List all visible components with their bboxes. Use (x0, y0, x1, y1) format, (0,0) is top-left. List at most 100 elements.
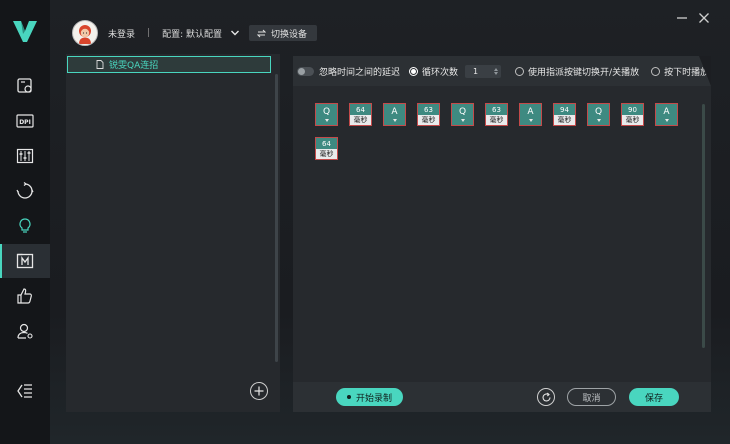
delay-value: 94 (554, 104, 575, 115)
nav-item-macro[interactable] (0, 244, 50, 278)
macro-list-item[interactable]: 锐雯QA连招 (67, 56, 271, 73)
key-down-arrow-icon (528, 119, 533, 122)
loop-count-label: 循环次数 (422, 67, 459, 78)
header-separator: | (147, 28, 151, 38)
toggle-mode-radio[interactable] (515, 66, 525, 76)
toggle-mode-label: 使用指派按键切换开/关播放 (528, 67, 640, 78)
macro-list-item-label: 锐雯QA连招 (109, 61, 159, 71)
key-action-label: A (391, 107, 398, 117)
delay-chip[interactable]: 94 毫秒 (553, 103, 576, 126)
avatar[interactable] (72, 20, 98, 46)
file-icon (96, 60, 104, 69)
toggle-mode-option[interactable]: 使用指派按键切换开/关播放 (515, 65, 639, 78)
key-action-chip[interactable]: A (519, 103, 542, 126)
nav-collapse[interactable] (0, 374, 50, 408)
delay-unit: 毫秒 (350, 115, 371, 125)
sync-icon (16, 182, 34, 199)
loop-count-value: 1 (473, 66, 479, 76)
add-macro-button[interactable] (250, 382, 268, 400)
delay-value: 64 (350, 104, 371, 115)
key-down-arrow-icon (460, 119, 465, 122)
nav-item-user-settings[interactable] (0, 314, 50, 348)
options-bar-corner (699, 56, 711, 86)
close-icon[interactable] (698, 12, 710, 24)
loop-count-radio[interactable] (409, 66, 419, 76)
equalizer-icon (16, 148, 34, 164)
nav-item-recommend[interactable] (0, 279, 50, 313)
save-button[interactable]: 保存 (629, 388, 679, 406)
config-selector-label[interactable]: 配置: 默认配置 (162, 27, 222, 40)
record-dot-icon (346, 395, 351, 399)
key-action-label: A (663, 107, 670, 117)
key-action-label: Q (322, 107, 331, 117)
macro-icon (16, 253, 34, 269)
delay-chip[interactable]: 63 毫秒 (485, 103, 508, 126)
switch-device-label: 切换设备 (270, 29, 307, 40)
switch-device-button[interactable]: 切换设备 (248, 25, 317, 41)
reset-button[interactable] (537, 388, 555, 406)
ignore-delay-label: 忽略时间之间的延迟 (319, 67, 401, 78)
hold-mode-radio[interactable] (651, 66, 661, 76)
thumbs-up-icon (17, 288, 32, 304)
top-bar: 未登录 | 配置: 默认配置 切换设备 (72, 20, 317, 46)
delay-unit: 毫秒 (418, 115, 439, 125)
key-action-label: A (527, 107, 534, 117)
delay-unit: 毫秒 (316, 149, 337, 159)
key-action-chip[interactable]: A (383, 103, 406, 126)
key-action-label: Q (594, 107, 603, 117)
login-status[interactable]: 未登录 (108, 27, 135, 40)
macro-sequence-canvas: Q 64 毫秒 A 63 毫秒 Q 63 毫秒 A 94 毫秒 Q 90 毫秒 A 64 毫秒 (303, 96, 703, 366)
swap-icon (256, 29, 266, 37)
lightbulb-icon (19, 218, 31, 233)
main-area: 未登录 | 配置: 默认配置 切换设备 锐雯QA连招 忽略时间之间的延迟 循环次… (50, 0, 730, 444)
macro-list-scrollbar[interactable] (275, 74, 278, 362)
delay-chip[interactable]: 64 毫秒 (315, 137, 338, 160)
cancel-button[interactable]: 取消 (567, 388, 616, 406)
key-action-chip[interactable]: Q (451, 103, 474, 126)
delay-chip[interactable]: 64 毫秒 (349, 103, 372, 126)
loop-count-option[interactable]: 循环次数 1 (409, 64, 502, 78)
minimize-icon[interactable] (676, 12, 688, 24)
delay-unit: 毫秒 (486, 115, 507, 125)
key-action-chip[interactable]: Q (315, 103, 338, 126)
delay-value: 90 (622, 104, 643, 115)
delay-chip[interactable]: 90 毫秒 (621, 103, 644, 126)
left-nav-rail: DPI (0, 0, 50, 444)
delay-value: 63 (418, 104, 439, 115)
avatar-icon (79, 25, 91, 44)
editor-scrollbar[interactable] (702, 104, 705, 348)
delay-unit: 毫秒 (622, 115, 643, 125)
nav-item-equalizer[interactable] (0, 139, 50, 173)
start-record-button[interactable]: 开始录制 (336, 388, 403, 406)
key-action-label: Q (458, 107, 467, 117)
chevron-down-icon[interactable] (230, 28, 240, 38)
nav-item-dpi[interactable]: DPI (0, 104, 50, 138)
plus-icon (254, 386, 264, 396)
delay-value: 64 (316, 138, 337, 149)
key-down-arrow-icon (324, 119, 329, 122)
macro-list-panel: 锐雯QA连招 (66, 54, 280, 412)
playback-options-bar: 忽略时间之间的延迟 循环次数 1 使用指派按键切换开/关播放 按下时播放 (293, 56, 711, 86)
nav-item-macro-settings[interactable] (0, 69, 50, 103)
loop-count-input[interactable]: 1 (465, 64, 502, 78)
macro-settings-icon (17, 78, 32, 93)
delay-value: 63 (486, 104, 507, 115)
key-down-arrow-icon (664, 119, 669, 122)
key-down-arrow-icon (596, 119, 601, 122)
ignore-delay-toggle[interactable] (297, 66, 314, 76)
key-action-chip[interactable]: Q (587, 103, 610, 126)
user-settings-icon (17, 323, 33, 339)
editor-action-bar: 开始录制 取消 保存 (293, 382, 711, 412)
loop-count-stepper[interactable] (494, 67, 499, 75)
key-action-chip[interactable]: A (655, 103, 678, 126)
delay-unit: 毫秒 (554, 115, 575, 125)
nav-item-lighting[interactable] (0, 209, 50, 243)
nav-item-sync[interactable] (0, 174, 50, 208)
dpi-icon: DPI (16, 114, 34, 128)
delay-chip[interactable]: 63 毫秒 (417, 103, 440, 126)
svg-text:DPI: DPI (19, 119, 31, 126)
collapse-menu-icon (17, 384, 32, 398)
refresh-icon (541, 392, 551, 401)
ignore-delay-option[interactable]: 忽略时间之间的延迟 (297, 65, 400, 78)
key-down-arrow-icon (392, 119, 397, 122)
